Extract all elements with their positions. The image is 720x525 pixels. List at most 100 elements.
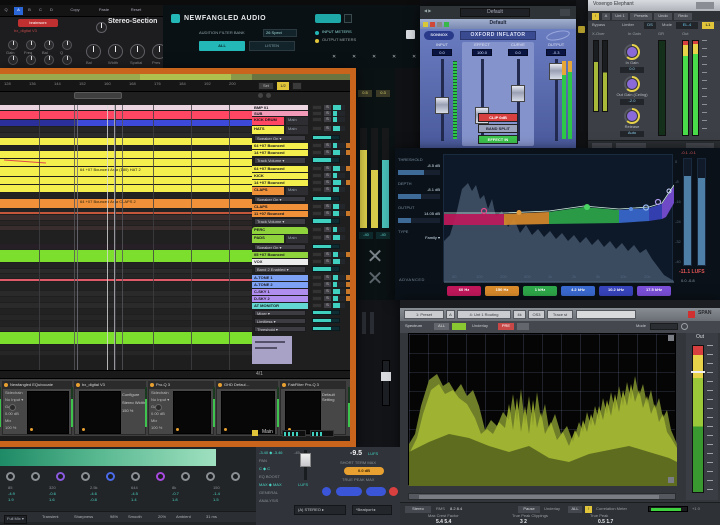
device[interactable]: Pro-Q 3SidechainNo Input ▾Gain0.00 dBMix… bbox=[148, 381, 214, 435]
soothe-control-4[interactable]: Smooth bbox=[128, 515, 142, 520]
eq-slider-track[interactable] bbox=[398, 218, 440, 223]
ab-button-red[interactable] bbox=[430, 22, 435, 27]
bx-toolbar-paste[interactable]: Paste bbox=[92, 7, 116, 15]
band-node-circle[interactable] bbox=[56, 472, 65, 481]
device-chooser[interactable]: Speaker On ▾ bbox=[254, 244, 306, 250]
clip-lane[interactable] bbox=[0, 309, 252, 314]
elephant-mode-value[interactable]: EL-4 bbox=[676, 22, 698, 29]
track-value-box[interactable] bbox=[312, 180, 322, 185]
clip-lane[interactable] bbox=[0, 133, 252, 137]
track-value-box[interactable] bbox=[312, 252, 322, 257]
device-param[interactable]: 100 % bbox=[151, 426, 171, 431]
elephant-titlebar[interactable]: Voxengo Elephant bbox=[588, 0, 720, 11]
ab-button-green[interactable] bbox=[444, 22, 449, 27]
inflator-window-titlebar[interactable]: Default bbox=[420, 19, 576, 29]
automation-lane-button[interactable] bbox=[346, 275, 350, 280]
span-host-control-3[interactable]: 4k bbox=[513, 310, 526, 319]
device-chooser[interactable]: Speaker On ▾ bbox=[254, 135, 306, 141]
reference-select[interactable]: *Beatport ▸ bbox=[352, 505, 392, 515]
track-value-box[interactable] bbox=[312, 289, 322, 294]
clip-lane[interactable] bbox=[0, 356, 252, 370]
track-solo-button[interactable]: S bbox=[324, 187, 331, 192]
device-right-label[interactable]: Configure bbox=[122, 393, 146, 398]
span-settings-icon[interactable] bbox=[681, 323, 688, 330]
nf-side-box[interactable] bbox=[406, 30, 415, 39]
bx-toolbar-q[interactable]: Q bbox=[2, 7, 10, 15]
track-value-box[interactable] bbox=[312, 173, 322, 178]
span-on-button[interactable] bbox=[452, 323, 466, 330]
device[interactable]: GHD Defaul… bbox=[216, 381, 278, 435]
clip-lane[interactable] bbox=[0, 332, 252, 344]
ab-button-yellow[interactable] bbox=[423, 22, 428, 27]
bx-toolbar-d[interactable]: D bbox=[47, 7, 56, 15]
track-solo-button[interactable]: S bbox=[324, 259, 331, 264]
automation-lane-button[interactable] bbox=[346, 166, 350, 171]
track-solo-button[interactable]: S bbox=[324, 282, 331, 287]
track-value-box[interactable] bbox=[312, 275, 322, 280]
band-node-circle[interactable] bbox=[31, 472, 40, 481]
device-plugin-screen[interactable] bbox=[221, 391, 275, 434]
track-header[interactable]: 05 +07 Bounced bbox=[252, 252, 308, 258]
device-chooser[interactable]: Track Volume ▾ bbox=[254, 218, 306, 225]
clip-lane[interactable] bbox=[0, 244, 252, 249]
track-value-box[interactable] bbox=[312, 303, 322, 308]
inflator-host-prev-icon[interactable]: ◀ ▶ bbox=[424, 9, 431, 14]
clip-lane[interactable] bbox=[0, 146, 252, 150]
span-host-control-1[interactable]: A bbox=[446, 310, 455, 319]
track-header[interactable]: CLAPS bbox=[252, 187, 284, 195]
track-header[interactable]: AT MONITOR bbox=[252, 303, 308, 309]
bx-toolbar-c[interactable]: C bbox=[36, 7, 45, 15]
span-host-control-0[interactable]: 1: Preset bbox=[404, 310, 444, 319]
device-chooser[interactable]: Limitless ▾ bbox=[254, 318, 306, 324]
track-solo-button[interactable]: S bbox=[324, 117, 331, 122]
output-select[interactable]: (A) STEREO ▸ bbox=[294, 505, 346, 515]
track-solo-button[interactable]: S bbox=[324, 289, 331, 294]
track-solo-button[interactable]: S bbox=[324, 227, 331, 232]
track-value-box[interactable] bbox=[312, 126, 322, 131]
band-node-circle[interactable] bbox=[231, 472, 240, 481]
nf-tab-listen[interactable]: LISTEN bbox=[249, 41, 295, 51]
clip-lane[interactable] bbox=[0, 291, 252, 296]
track-value-box[interactable] bbox=[312, 227, 322, 232]
elephant-l1-button[interactable]: L1 bbox=[702, 22, 714, 29]
elephant-toolbar-0[interactable]: ! bbox=[592, 13, 599, 20]
track-header[interactable]: PADS bbox=[252, 235, 284, 243]
device-titlebar[interactable]: Pro-Q 3 bbox=[149, 382, 213, 389]
selected-device-panel[interactable] bbox=[252, 336, 292, 364]
soothe-control-7[interactable]: 31 ms bbox=[206, 515, 217, 520]
track-header[interactable]: SUB bbox=[252, 111, 308, 116]
device-chooser[interactable]: Speaker On ▾ bbox=[254, 196, 306, 202]
mute-button[interactable] bbox=[336, 487, 362, 496]
band-node-circle[interactable] bbox=[181, 472, 190, 481]
device-param[interactable]: Sidechain bbox=[151, 391, 171, 396]
eq-band-button-1[interactable]: 60 Hz bbox=[447, 286, 481, 296]
span-pause-pill[interactable]: Pause bbox=[518, 506, 540, 513]
device-param[interactable]: Mix bbox=[5, 419, 25, 424]
clip-lane[interactable] bbox=[0, 231, 252, 243]
span-h-scrollbar[interactable] bbox=[408, 493, 676, 500]
clip-lane[interactable] bbox=[0, 151, 252, 158]
bx-small-knob[interactable] bbox=[26, 55, 36, 65]
inflator-host-menu-icon[interactable] bbox=[560, 9, 570, 16]
mono-button[interactable] bbox=[322, 487, 331, 496]
device-right-label[interactable]: Stereo Width bbox=[122, 401, 146, 406]
span-host-control-4[interactable]: OS3 bbox=[528, 310, 545, 319]
bx-toolbar-b[interactable]: B bbox=[25, 7, 34, 15]
automation-lane-button[interactable] bbox=[346, 180, 350, 185]
span-host-control-5[interactable]: Trace st bbox=[547, 310, 573, 319]
inflator-button-clip[interactable]: CLIP 0dB bbox=[478, 113, 518, 122]
eq-band-button-5[interactable]: 10.2 kHz bbox=[599, 286, 633, 296]
track-header[interactable]: KICK DRUM bbox=[252, 117, 284, 125]
track-solo-button[interactable]: S bbox=[324, 166, 331, 171]
bx-small-knob[interactable] bbox=[8, 55, 18, 65]
elephant-title-box[interactable] bbox=[696, 2, 714, 9]
track-group-header[interactable]: PERC bbox=[252, 227, 308, 234]
span-scroll-up-icon[interactable] bbox=[668, 335, 674, 341]
device-chooser[interactable]: Threshold ▾ bbox=[254, 326, 306, 332]
bx-toolbar-a[interactable]: A bbox=[14, 7, 23, 15]
automation-lane-button[interactable] bbox=[346, 289, 350, 294]
elephant-ds-button[interactable]: DS bbox=[644, 22, 656, 29]
automation-lane-button[interactable] bbox=[346, 150, 350, 155]
soothe-control-1[interactable]: Transient bbox=[42, 515, 59, 520]
span-spectrum-display[interactable] bbox=[408, 333, 676, 485]
